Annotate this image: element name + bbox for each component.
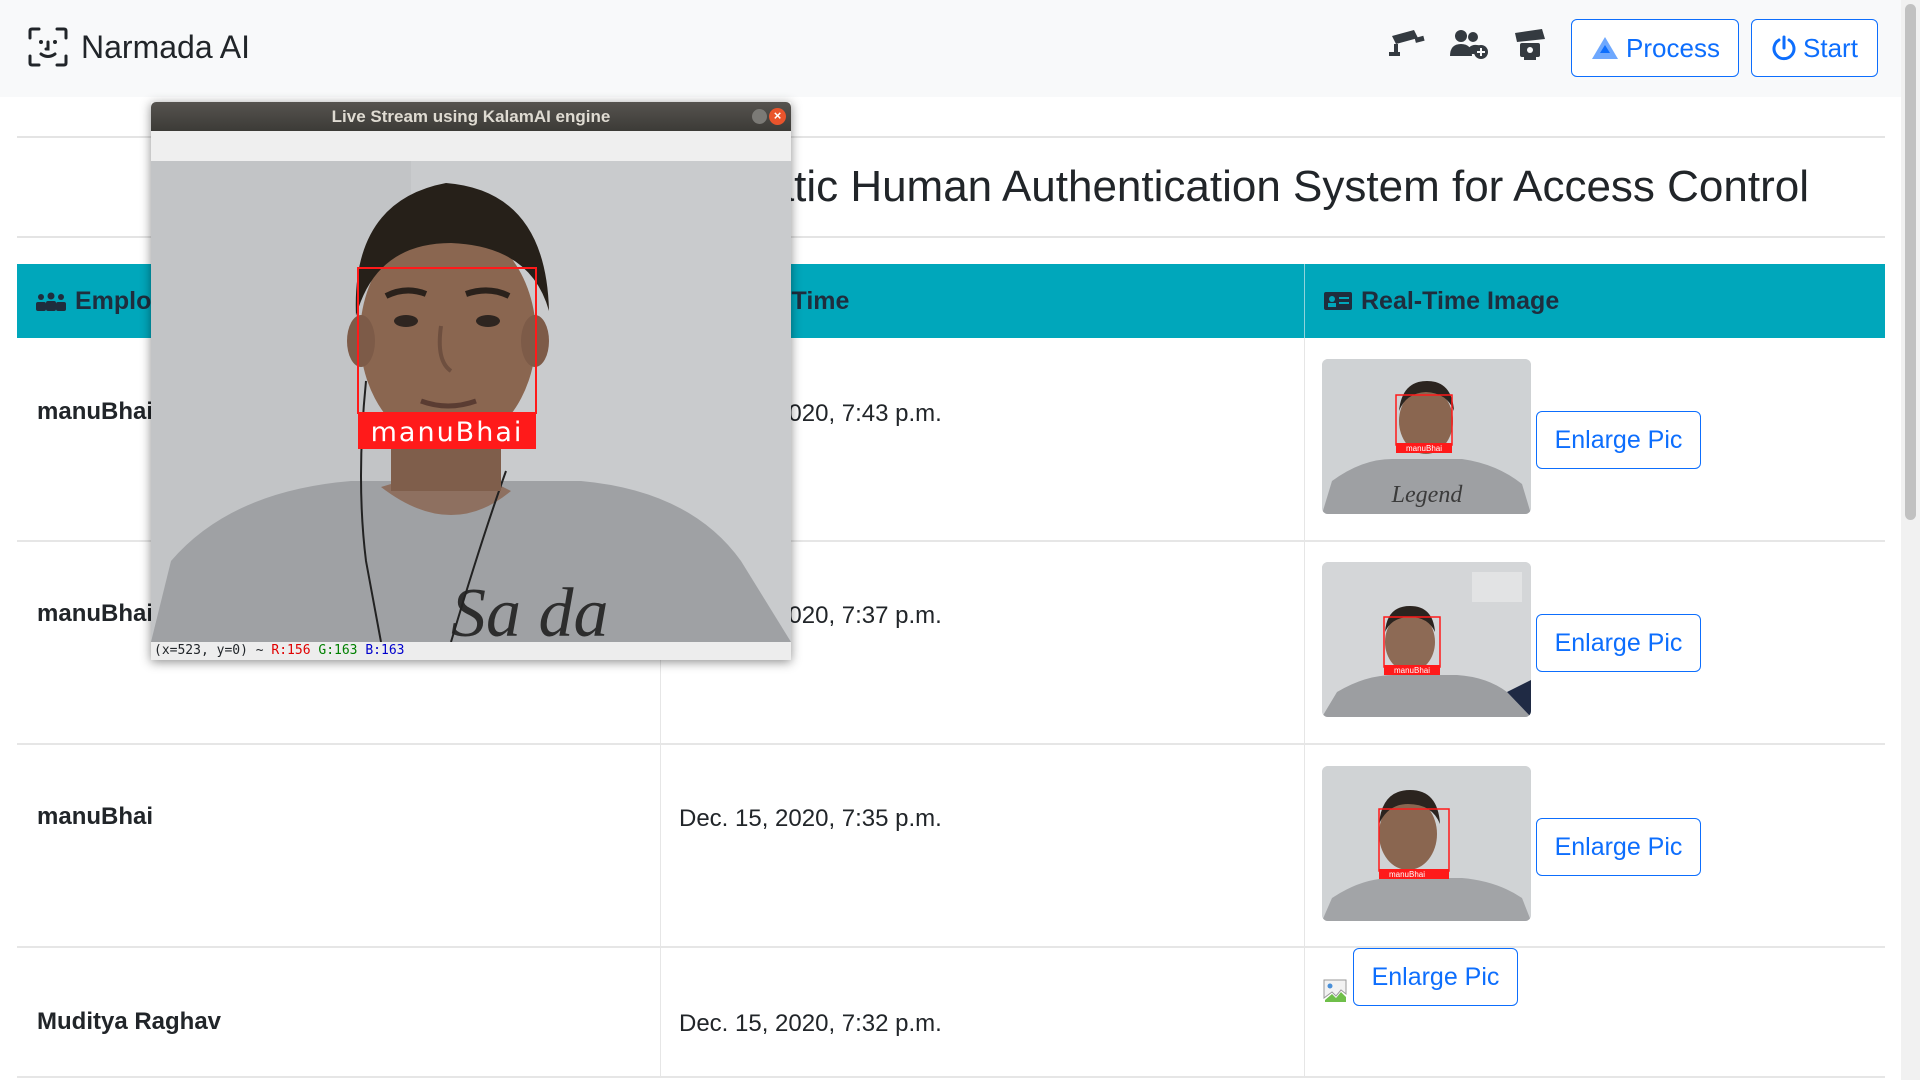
table-row: manuBhai Dec. 15, 2020, 7:35 p.m. manuBh…: [17, 745, 1885, 948]
column-divider: [1304, 542, 1305, 743]
add-user-icon[interactable]: [1447, 22, 1491, 66]
real-time-image[interactable]: manuBhai: [1322, 562, 1531, 717]
employee-name: Muditya Raghav: [37, 1008, 222, 1035]
status-red: R:156: [271, 643, 311, 658]
face-tag: manuBhai: [1394, 666, 1430, 675]
scrollbar-thumb[interactable]: [1905, 4, 1916, 520]
header-image: Real-Time Image: [1305, 264, 1885, 338]
real-time-image[interactable]: manuBhai Legend: [1322, 359, 1531, 514]
camera-settings-icon[interactable]: [1508, 22, 1552, 66]
window-toolbar: [151, 131, 791, 161]
enlarge-pic-button[interactable]: Enlarge Pic: [1536, 614, 1701, 672]
brand-name: Narmada AI: [81, 28, 250, 65]
face-tag: manuBhai: [1389, 870, 1425, 879]
start-button[interactable]: Start: [1751, 19, 1878, 77]
power-icon: [1772, 35, 1796, 61]
column-divider: [660, 948, 661, 1076]
enlarge-pic-button[interactable]: Enlarge Pic: [1536, 411, 1701, 469]
navbar: Narmada AI Process Start: [0, 0, 1901, 97]
live-stream-window: Live Stream using KalamAI engine × Sa da: [151, 102, 791, 660]
svg-text:Legend: Legend: [1391, 482, 1464, 508]
pixel-status-bar: (x=523, y=0) ~ R:156 G:163 B:163: [151, 642, 791, 660]
start-label: Start: [1803, 32, 1858, 63]
employee-name: manuBhai: [37, 600, 154, 627]
live-video-feed: Sa da manuBhai: [151, 161, 791, 642]
process-label: Process: [1626, 32, 1720, 63]
status-green: G:163: [318, 643, 358, 658]
column-divider: [1304, 745, 1305, 946]
window-titlebar[interactable]: Live Stream using KalamAI engine ×: [151, 102, 791, 131]
page-title: Automatic Human Authentication System fo…: [642, 162, 1809, 211]
close-icon[interactable]: ×: [769, 108, 786, 125]
real-time-image[interactable]: manuBhai: [1322, 766, 1531, 921]
svg-text:Sa da: Sa da: [451, 575, 609, 642]
column-divider: [660, 745, 661, 946]
date-time: Dec. 15, 2020, 7:32 p.m.: [679, 1010, 942, 1037]
face-label: manuBhai: [371, 417, 524, 448]
status-coords: (x=523, y=0) ~: [154, 643, 264, 658]
minimize-icon[interactable]: [752, 109, 767, 124]
table-row: Muditya Raghav Dec. 15, 2020, 7:32 p.m. …: [17, 948, 1885, 1078]
employee-name: manuBhai: [37, 398, 154, 425]
process-button[interactable]: Process: [1571, 19, 1739, 77]
enlarge-pic-button[interactable]: Enlarge Pic: [1353, 948, 1518, 1006]
brand[interactable]: Narmada AI: [27, 26, 250, 68]
column-divider: [1304, 948, 1305, 1076]
face-scan-icon: [28, 27, 68, 67]
header-image-label: Real-Time Image: [1361, 286, 1560, 315]
window-title: Live Stream using KalamAI engine: [331, 107, 611, 126]
column-divider: [1304, 338, 1305, 540]
process-icon: [1592, 37, 1619, 59]
broken-image-icon: [1323, 979, 1347, 1002]
employee-name: manuBhai: [37, 803, 154, 830]
status-blue: B:163: [365, 643, 405, 658]
users-icon: [36, 292, 66, 311]
face-tag: manuBhai: [1406, 444, 1442, 453]
enlarge-pic-button[interactable]: Enlarge Pic: [1536, 818, 1701, 876]
id-card-icon: [1324, 292, 1352, 310]
date-time: Dec. 15, 2020, 7:35 p.m.: [679, 805, 942, 832]
cctv-camera-icon[interactable]: [1385, 22, 1429, 66]
